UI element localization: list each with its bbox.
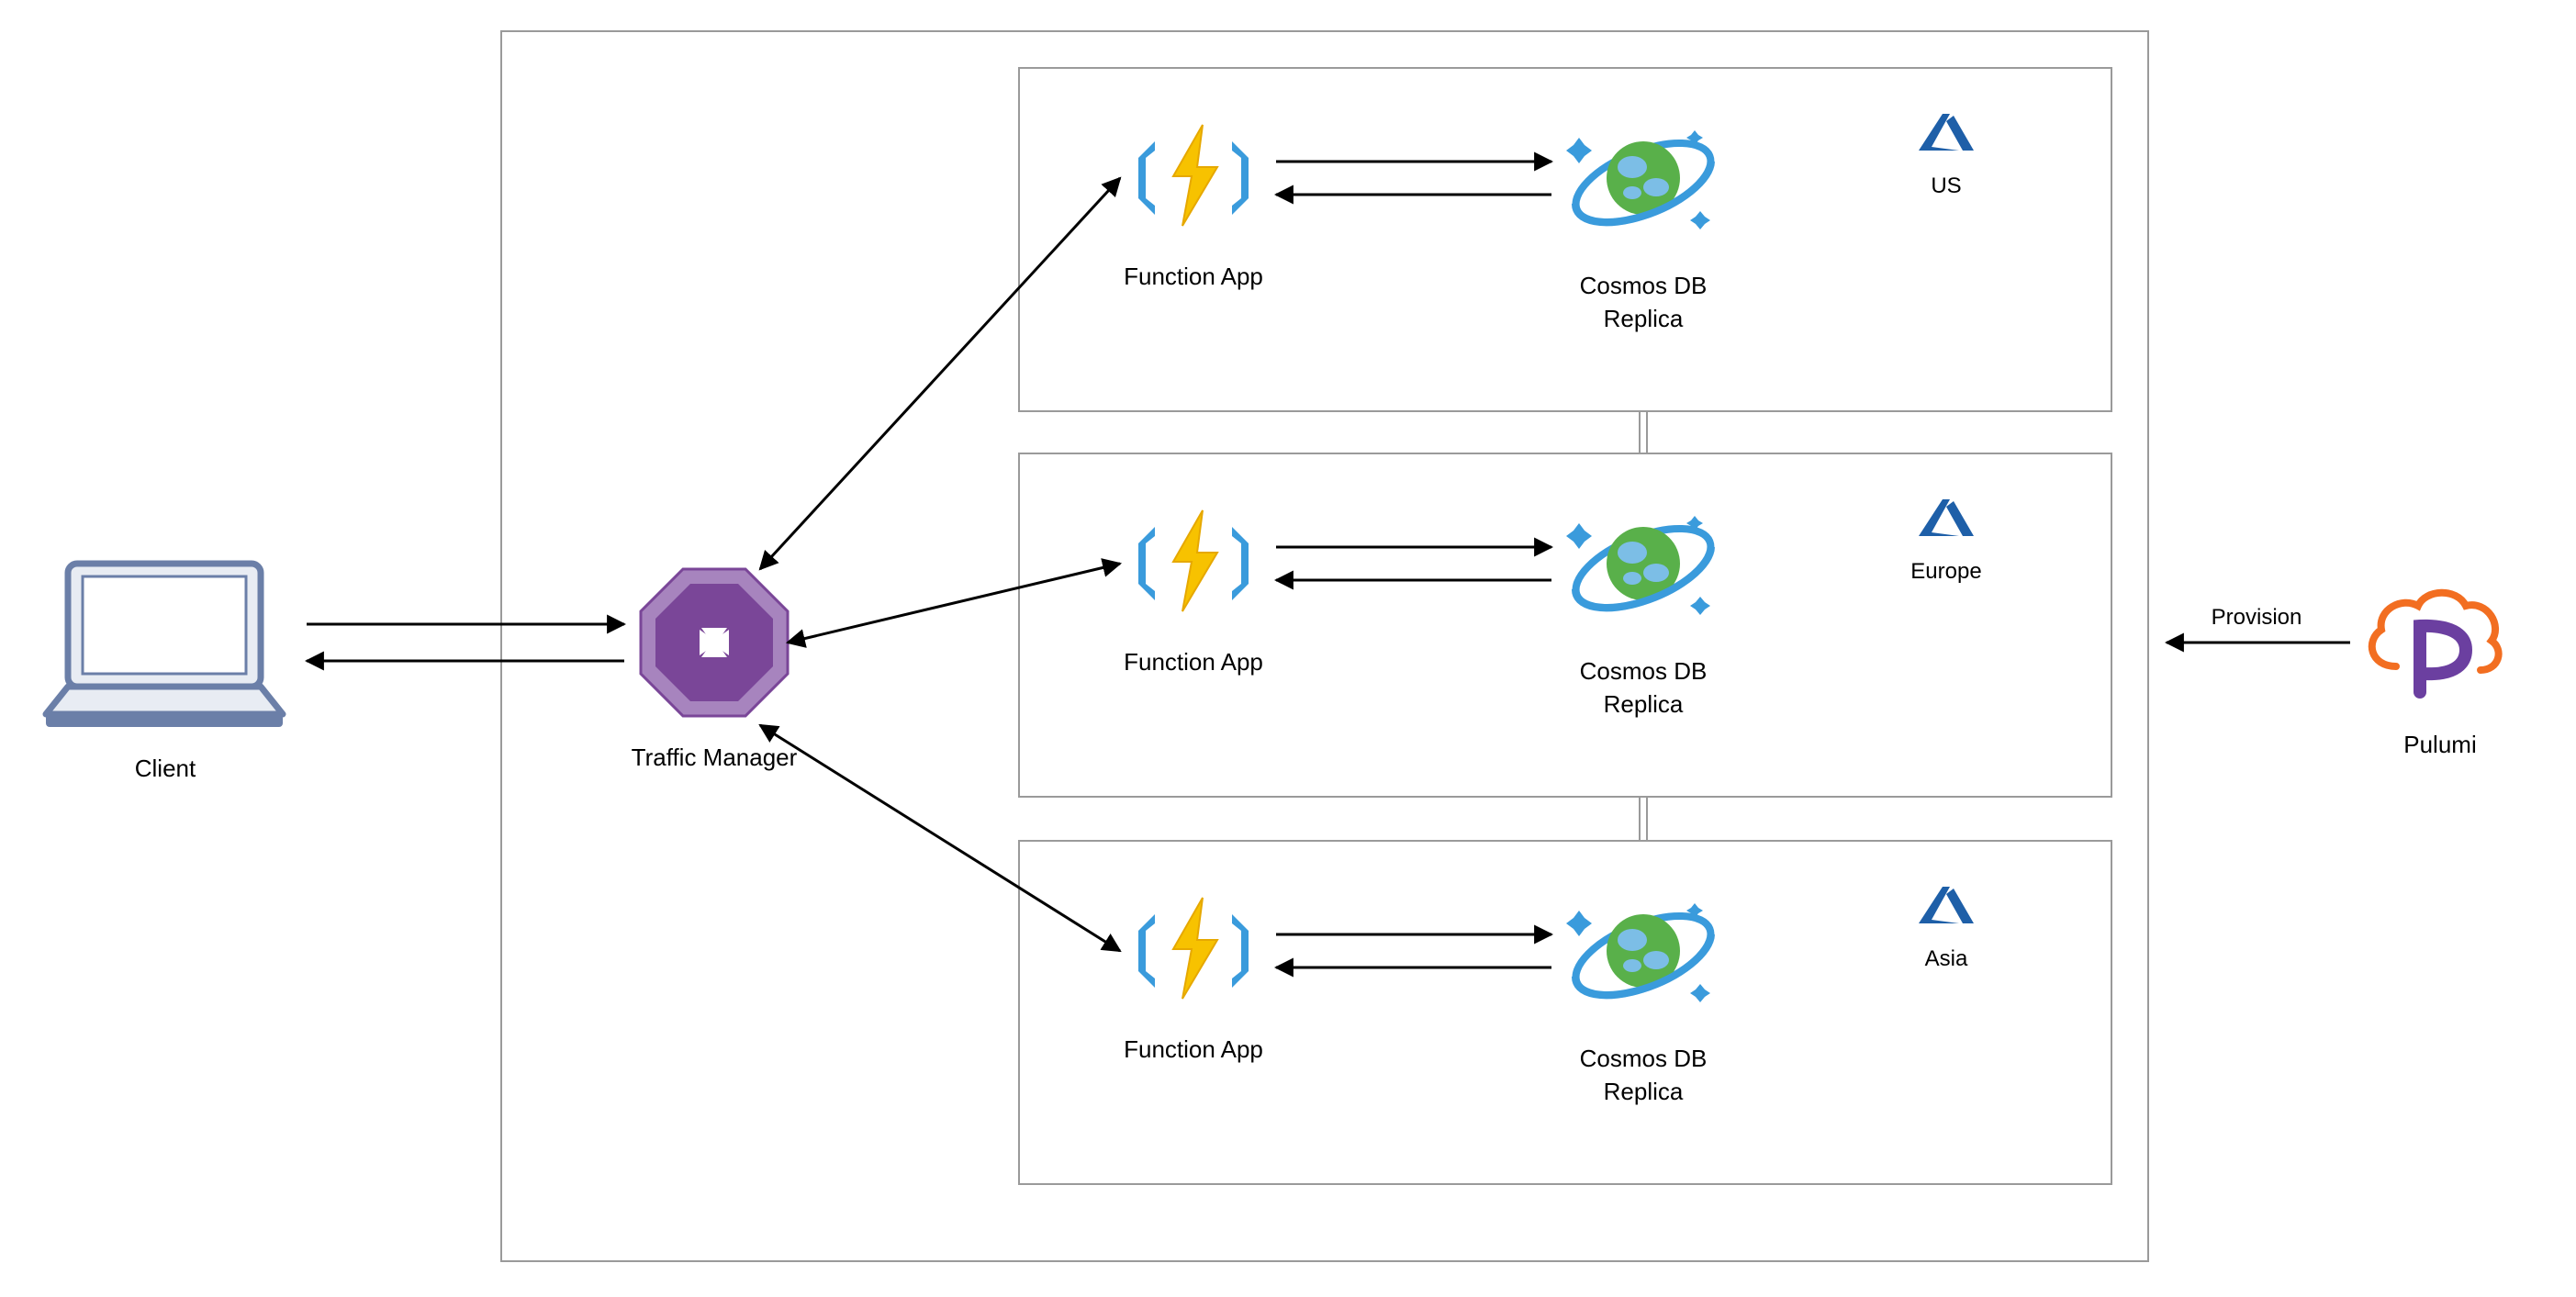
- pulumi-label: Pulumi: [2403, 731, 2476, 758]
- azure-region-icon: [1919, 887, 1974, 923]
- arrow-tm-function-1: [788, 564, 1120, 643]
- region-name-label: Europe: [1910, 559, 1981, 584]
- pulumi-node: Pulumi: [2372, 593, 2499, 758]
- architecture-diagram: Function AppCosmos DBReplicaUSFunction A…: [0, 0, 2576, 1297]
- cosmos-db-label-2: Replica: [1604, 305, 1684, 332]
- cosmos-db-label-1: Cosmos DB: [1580, 1045, 1708, 1072]
- laptop-icon: [46, 564, 283, 727]
- function-app-label: Function App: [1124, 1035, 1263, 1063]
- cosmos-db-label-2: Replica: [1604, 1078, 1684, 1105]
- function-app-icon: [1138, 125, 1249, 226]
- provision-label: Provision: [2212, 605, 2302, 630]
- function-app-label: Function App: [1124, 263, 1263, 290]
- arrow-tm-function-0: [760, 178, 1120, 569]
- region-box-europe: Function App Cosmos DB Replica Europe: [1019, 453, 2111, 797]
- azure-region-icon: [1919, 114, 1974, 151]
- region-box-asia: Function App Cosmos DB Replica Asia: [1019, 841, 2111, 1184]
- azure-region-icon: [1919, 499, 1974, 536]
- function-app-icon: [1138, 898, 1249, 999]
- traffic-manager-icon: [641, 569, 788, 716]
- region-name-label: US: [1931, 173, 1961, 198]
- cosmos-db-label-1: Cosmos DB: [1580, 272, 1708, 299]
- arrow-tm-function-2: [760, 725, 1120, 951]
- cosmos-db-label-1: Cosmos DB: [1580, 657, 1708, 685]
- cosmos-db-icon: [1565, 900, 1721, 1011]
- region-box-us: Function App Cosmos DB Replica US: [1019, 68, 2111, 411]
- cosmos-db-icon: [1565, 127, 1721, 238]
- function-app-label: Function App: [1124, 648, 1263, 676]
- region-name-label: Asia: [1925, 946, 1968, 971]
- client-node: Client: [46, 564, 283, 782]
- client-label: Client: [135, 755, 196, 782]
- cosmos-db-icon: [1565, 512, 1721, 623]
- pulumi-icon: [2372, 593, 2499, 692]
- traffic-manager-node: Traffic Manager: [632, 569, 798, 771]
- traffic-manager-label: Traffic Manager: [632, 744, 798, 771]
- function-app-icon: [1138, 510, 1249, 611]
- cosmos-db-label-2: Replica: [1604, 690, 1684, 718]
